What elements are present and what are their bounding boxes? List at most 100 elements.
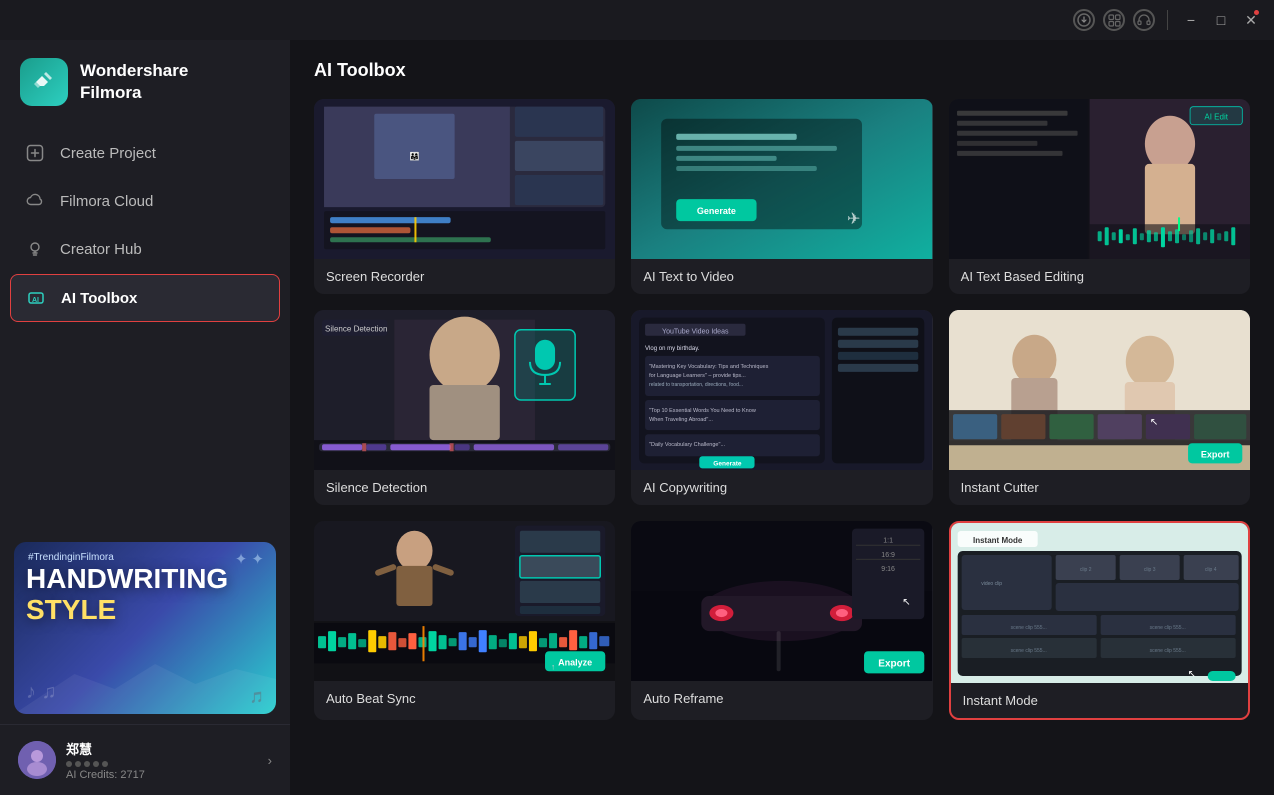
thumb-ai-text-to-video: Generate ✈ [631,99,932,259]
user-info: 郑慧 AI Credits: 2717 [66,739,258,781]
user-expand-button[interactable]: › [268,753,272,768]
sidebar-item-creator-hub[interactable]: Creator Hub [10,226,280,272]
sidebar-nav: Create Project Filmora Cloud [0,130,290,322]
thumb-ai-copywriting: YouTube Video Ideas Vlog on my birthday.… [631,310,932,470]
plus-icon [24,142,46,164]
svg-text:Generate: Generate [714,460,743,467]
tool-label: Instant Cutter [949,470,1250,505]
svg-text:video clip: video clip [981,581,1002,587]
sidebar: Wondershare Filmora Create Project [0,40,290,795]
user-rating [66,761,108,767]
minimize-button[interactable]: − [1180,9,1202,31]
sidebar-item-ai-toolbox[interactable]: AI AI Toolbox [10,274,280,322]
sidebar-logo: Wondershare Filmora [0,40,290,130]
bulb-icon [24,238,46,260]
svg-text:When Traveling Abroad"...: When Traveling Abroad"... [649,417,713,423]
svg-text:clip 4: clip 4 [1204,567,1216,573]
avatar [18,741,56,779]
sidebar-item-label: AI Toolbox [61,290,137,307]
svg-text:1:1: 1:1 [884,538,894,545]
banner-mountain [14,654,276,714]
svg-text:"Top 10 Essential Words You Ne: "Top 10 Essential Words You Need to Know [649,408,756,414]
tool-card-auto-beat-sync[interactable]: Auto Beat Sync [314,521,615,720]
cloud-icon [24,190,46,212]
banner-star-decoration: ✦ ✦ [235,550,264,568]
sidebar-item-filmora-cloud[interactable]: Filmora Cloud [10,178,280,224]
svg-text:YouTube Video Ideas: YouTube Video Ideas [662,329,729,336]
close-button[interactable]: ✕ [1240,9,1262,31]
tool-card-auto-reframe[interactable]: Auto Reframe [631,521,932,720]
grid-icon[interactable] [1103,9,1125,31]
svg-text:✈: ✈ [847,210,860,228]
svg-text:↖: ↖ [1150,417,1158,428]
svg-text:clip 3: clip 3 [1143,567,1155,573]
svg-text:AI: AI [32,297,39,304]
svg-text:↖: ↖ [1187,669,1195,680]
titlebar-separator [1167,10,1168,30]
tool-label: Screen Recorder [314,259,615,294]
headphone-icon[interactable] [1133,9,1155,31]
ai-icon: AI [25,287,47,309]
main-content: AI Toolbox 👨‍👩‍👧 [290,40,1274,795]
tool-label: Auto Beat Sync [314,681,615,716]
svg-text:scene clip 555...: scene clip 555... [1010,625,1046,631]
svg-text:Analyze: Analyze [558,657,592,667]
tool-card-ai-text-to-video[interactable]: Generate ✈ AI Text to Video [631,99,932,294]
thumb-instant-mode: Instant Mode video clip clip 2 cli [951,523,1248,683]
sidebar-user: 郑慧 AI Credits: 2717 › [0,724,290,795]
user-name: 郑慧 [66,739,258,758]
tool-card-instant-cutter[interactable]: Instant Cutter [949,310,1250,505]
tool-card-ai-copywriting[interactable]: YouTube Video Ideas Vlog on my birthday.… [631,310,932,505]
tool-label: AI Copywriting [631,470,932,505]
user-credits: AI Credits: 2717 [66,769,258,781]
svg-text:Instant Mode: Instant Mode [973,536,1023,545]
svg-text:9:16: 9:16 [882,566,896,573]
svg-text:scene clip 555...: scene clip 555... [1149,625,1185,631]
tool-label: Silence Detection [314,470,615,505]
sidebar-item-label: Create Project [60,145,156,162]
svg-text:Generate: Generate [697,206,736,216]
svg-text:↑: ↑ [551,662,555,671]
sidebar-item-label: Creator Hub [60,241,142,258]
banner-title: HANDWRITING STYLE [26,564,228,626]
svg-text:scene clip 555...: scene clip 555... [1149,648,1185,654]
sidebar-item-label: Filmora Cloud [60,193,153,210]
titlebar: − □ ✕ [0,0,1274,40]
tool-label: Instant Mode [951,683,1248,718]
svg-text:Export: Export [1201,449,1230,459]
svg-text:"Daily Vocabulary Challenge"..: "Daily Vocabulary Challenge"... [649,442,725,448]
app-body: Wondershare Filmora Create Project [0,40,1274,795]
tool-label: AI Text Based Editing [949,259,1250,294]
tool-card-ai-text-based-editing[interactable]: AI Edit AI Text Based Editing [949,99,1250,294]
sidebar-item-create-project[interactable]: Create Project [10,130,280,176]
tools-grid: 👨‍👩‍👧 Screen Recorder [314,99,1250,720]
svg-text:AI Edit: AI Edit [1204,113,1228,122]
thumb-auto-beat-sync: Auto Beat Sync [314,521,615,681]
thumb-auto-reframe: Auto Reframe [631,521,932,681]
thumb-silence-detection: Silence Detection [314,310,615,470]
sidebar-banner[interactable]: #TrendinginFilmora HANDWRITING STYLE ✦ ✦… [14,542,276,714]
svg-text:Silence Detection: Silence Detection [325,325,387,334]
tool-label: AI Text to Video [631,259,932,294]
thumb-ai-text-based-editing: AI Edit [949,99,1250,259]
svg-text:for Language Learners" – provi: for Language Learners" – provide tips... [649,373,746,379]
tool-card-silence-detection[interactable]: Silence Detection Silence Detection [314,310,615,505]
app-logo-icon [20,58,68,106]
svg-text:scene clip 555...: scene clip 555... [1010,648,1046,654]
svg-text:clip 2: clip 2 [1079,567,1091,573]
svg-text:related to transportation, dir: related to transportation, directions, f… [649,382,743,388]
svg-text:"Mastering Key Vocabulary: Tip: "Mastering Key Vocabulary: Tips and Tech… [649,364,769,370]
svg-text:Export: Export [879,658,911,669]
tool-card-screen-recorder[interactable]: 👨‍👩‍👧 Screen Recorder [314,99,615,294]
svg-text:16:9: 16:9 [882,552,896,559]
thumb-screen-recorder: 👨‍👩‍👧 [314,99,615,259]
maximize-button[interactable]: □ [1210,9,1232,31]
banner-hashtag: #TrendinginFilmora [28,552,114,563]
download-icon[interactable] [1073,9,1095,31]
tool-card-instant-mode[interactable]: Instant Mode video clip clip 2 cli [949,521,1250,720]
page-title: AI Toolbox [314,60,1250,81]
tool-label: Auto Reframe [631,681,932,716]
svg-text:Vlog on my birthday.: Vlog on my birthday. [645,346,700,352]
app-name: Wondershare Filmora [80,60,188,104]
svg-text:↖: ↖ [903,597,911,608]
